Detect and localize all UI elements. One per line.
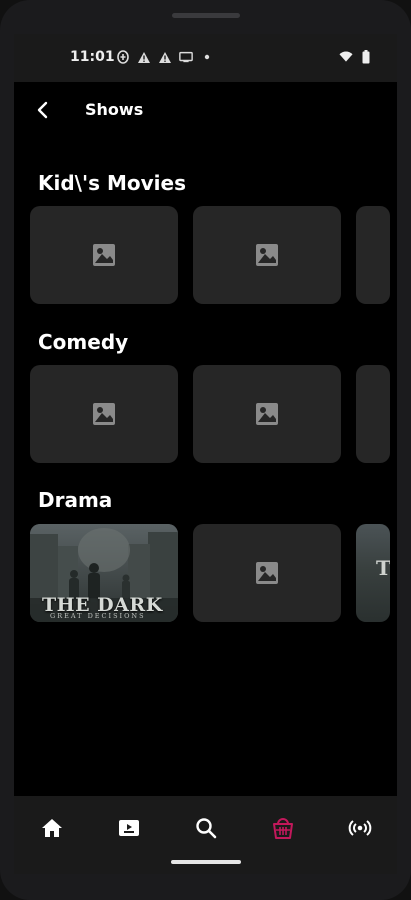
section-title-kids-movies: Kid\'s Movies [38, 171, 186, 195]
image-placeholder-icon [93, 403, 115, 425]
show-card[interactable] [193, 365, 341, 463]
show-card[interactable] [356, 206, 390, 304]
broadcast-icon [348, 820, 372, 836]
data-saver-icon [116, 50, 130, 64]
nav-videos[interactable] [115, 814, 143, 842]
poster-subtitle: GREAT DECISIONS [50, 612, 146, 620]
warning-icon [158, 50, 172, 64]
image-placeholder-icon [256, 244, 278, 266]
show-poster-card[interactable]: T [356, 524, 390, 622]
status-time: 11:01 [70, 49, 115, 65]
show-card[interactable] [30, 206, 178, 304]
search-icon [196, 818, 217, 839]
show-card[interactable] [193, 206, 341, 304]
dot-icon [200, 50, 214, 64]
status-icons [116, 50, 214, 64]
wifi-icon [339, 50, 353, 64]
phone-frame: 11:01 Shows Kid\'s Movies Comedy Drama T… [0, 0, 411, 900]
back-arrow-icon [37, 101, 48, 119]
battery-icon [359, 50, 373, 64]
image-placeholder-icon [93, 244, 115, 266]
bottom-nav [14, 796, 397, 874]
section-title-comedy: Comedy [38, 330, 129, 354]
nav-live[interactable] [346, 814, 374, 842]
carousel-drama[interactable]: THE DARK GREAT DECISIONS T [30, 524, 397, 622]
image-placeholder-icon [256, 562, 278, 584]
status-right [339, 50, 373, 64]
show-poster-card[interactable]: THE DARK GREAT DECISIONS [30, 524, 178, 622]
back-button[interactable] [30, 96, 54, 124]
video-icon [119, 820, 139, 836]
carousel-comedy[interactable] [30, 365, 397, 463]
earpiece [172, 13, 240, 18]
image-placeholder-icon [256, 403, 278, 425]
nav-basket[interactable] [269, 814, 297, 842]
show-card[interactable] [193, 524, 341, 622]
nav-home[interactable] [38, 814, 66, 842]
home-indicator[interactable] [171, 860, 241, 864]
nav-search[interactable] [192, 814, 220, 842]
home-icon [42, 819, 62, 837]
status-bar: 11:01 [14, 34, 397, 82]
cast-icon [179, 50, 193, 64]
show-card[interactable] [356, 365, 390, 463]
app-header: Shows [14, 82, 397, 138]
screen: 11:01 Shows Kid\'s Movies Comedy Drama T… [14, 34, 397, 874]
warning-icon [137, 50, 151, 64]
show-card[interactable] [30, 365, 178, 463]
poster-peek-letter: T [376, 556, 390, 580]
carousel-kids-movies[interactable] [30, 206, 397, 304]
page-title: Shows [85, 100, 144, 119]
basket-icon [273, 818, 293, 839]
section-title-drama: Drama [38, 488, 113, 512]
